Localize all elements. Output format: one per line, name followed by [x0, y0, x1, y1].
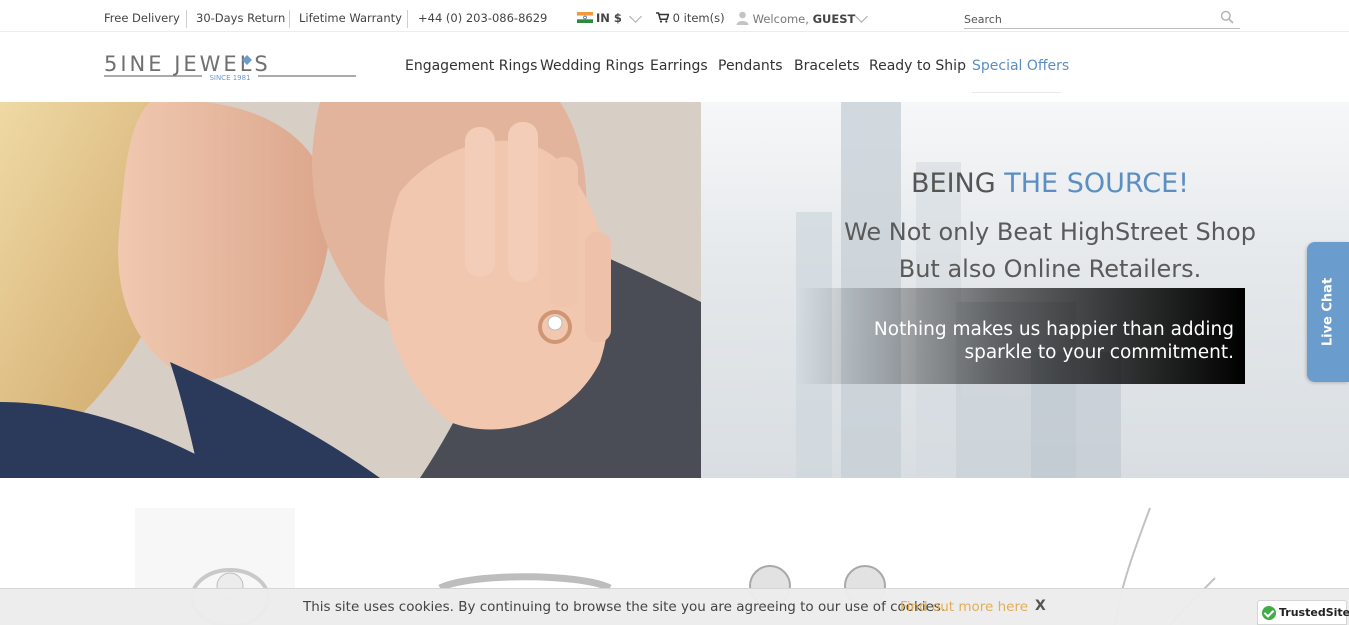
trusted-site-badge[interactable]: TrustedSite: [1257, 600, 1349, 625]
hero-message-box: Nothing makes us happier than adding spa…: [797, 288, 1245, 384]
free-delivery-link[interactable]: Free Delivery: [104, 11, 180, 25]
nav-wedding-rings[interactable]: Wedding Rings: [540, 58, 644, 74]
nav-engagement-rings[interactable]: Engagement Rings: [405, 58, 537, 74]
chevron-down-icon[interactable]: [629, 10, 642, 23]
divider: [186, 10, 187, 28]
top-bar: Free Delivery 30-Days Return Lifetime Wa…: [0, 0, 1349, 32]
currency-label: IN $: [596, 11, 622, 25]
main-header: 5INE JEWELS SINCE 1981 Engagement Rings …: [0, 32, 1349, 102]
hero-message-line: Nothing makes us happier than adding: [873, 319, 1234, 340]
account-menu[interactable]: Welcome, GUEST: [736, 11, 855, 26]
active-nav-underline: [972, 92, 1061, 93]
cart-icon: [656, 12, 670, 23]
hero-subtitle-line: But also Online Retailers.: [898, 255, 1202, 283]
currency-selector[interactable]: IN $: [577, 11, 622, 25]
live-chat-tab[interactable]: Live Chat: [1307, 242, 1349, 382]
site-logo[interactable]: 5INE JEWELS SINCE 1981: [104, 52, 356, 84]
divider: [407, 10, 408, 28]
hero-title-main: BEING: [911, 168, 1005, 199]
welcome-user: GUEST: [812, 12, 856, 26]
welcome-label: Welcome,: [752, 12, 809, 26]
couple-illustration: [0, 102, 701, 478]
cart-count: 0 item(s): [672, 11, 725, 25]
search-icon[interactable]: [1220, 10, 1234, 24]
user-icon: [736, 11, 749, 25]
hero-title: BEING THE SOURCE!: [850, 168, 1250, 199]
hero-message-line: sparkle to your commitment.: [964, 342, 1234, 363]
live-chat-label: Live Chat: [1320, 277, 1336, 347]
cookie-more-link[interactable]: Find out more here: [900, 599, 1028, 615]
nav-special-offers[interactable]: Special Offers: [972, 58, 1069, 74]
nav-bracelets[interactable]: Bracelets: [794, 58, 860, 74]
phone-number[interactable]: +44 (0) 203-086-8629: [418, 11, 547, 25]
cart-link[interactable]: 0 item(s): [656, 11, 725, 25]
warranty-link[interactable]: Lifetime Warranty: [299, 11, 402, 25]
band-image: [438, 573, 612, 592]
hero-subtitle-line: We Not only Beat HighStreet Shop: [844, 218, 1256, 246]
chevron-down-icon[interactable]: [855, 10, 868, 23]
search-box: [964, 8, 1240, 29]
logo-tagline: SINCE 1981: [209, 74, 250, 82]
cookie-close-button[interactable]: X: [1035, 598, 1046, 614]
hero-couple-photo: [0, 102, 701, 478]
search-input[interactable]: [964, 10, 1214, 28]
hero-subtitle: We Not only Beat HighStreet Shop But als…: [820, 214, 1280, 288]
returns-link[interactable]: 30-Days Return: [196, 11, 285, 25]
cookie-message: This site uses cookies. By continuing to…: [303, 599, 946, 615]
cookie-banner: This site uses cookies. By continuing to…: [0, 588, 1349, 625]
logo-text: 5INE JEWELS: [104, 52, 271, 76]
hero-message: Nothing makes us happier than adding spa…: [814, 318, 1234, 364]
divider: [289, 10, 290, 28]
nav-earrings[interactable]: Earrings: [650, 58, 708, 74]
trusted-site-label: TrustedSite: [1279, 606, 1349, 619]
hero-banner[interactable]: BEING THE SOURCE! We Not only Beat HighS…: [0, 102, 1349, 478]
check-icon: [1262, 606, 1276, 620]
hero-title-accent: THE SOURCE!: [1004, 168, 1189, 199]
nav-pendants[interactable]: Pendants: [718, 58, 783, 74]
india-flag-icon: [577, 12, 593, 23]
nav-ready-to-ship[interactable]: Ready to Ship: [869, 58, 966, 74]
